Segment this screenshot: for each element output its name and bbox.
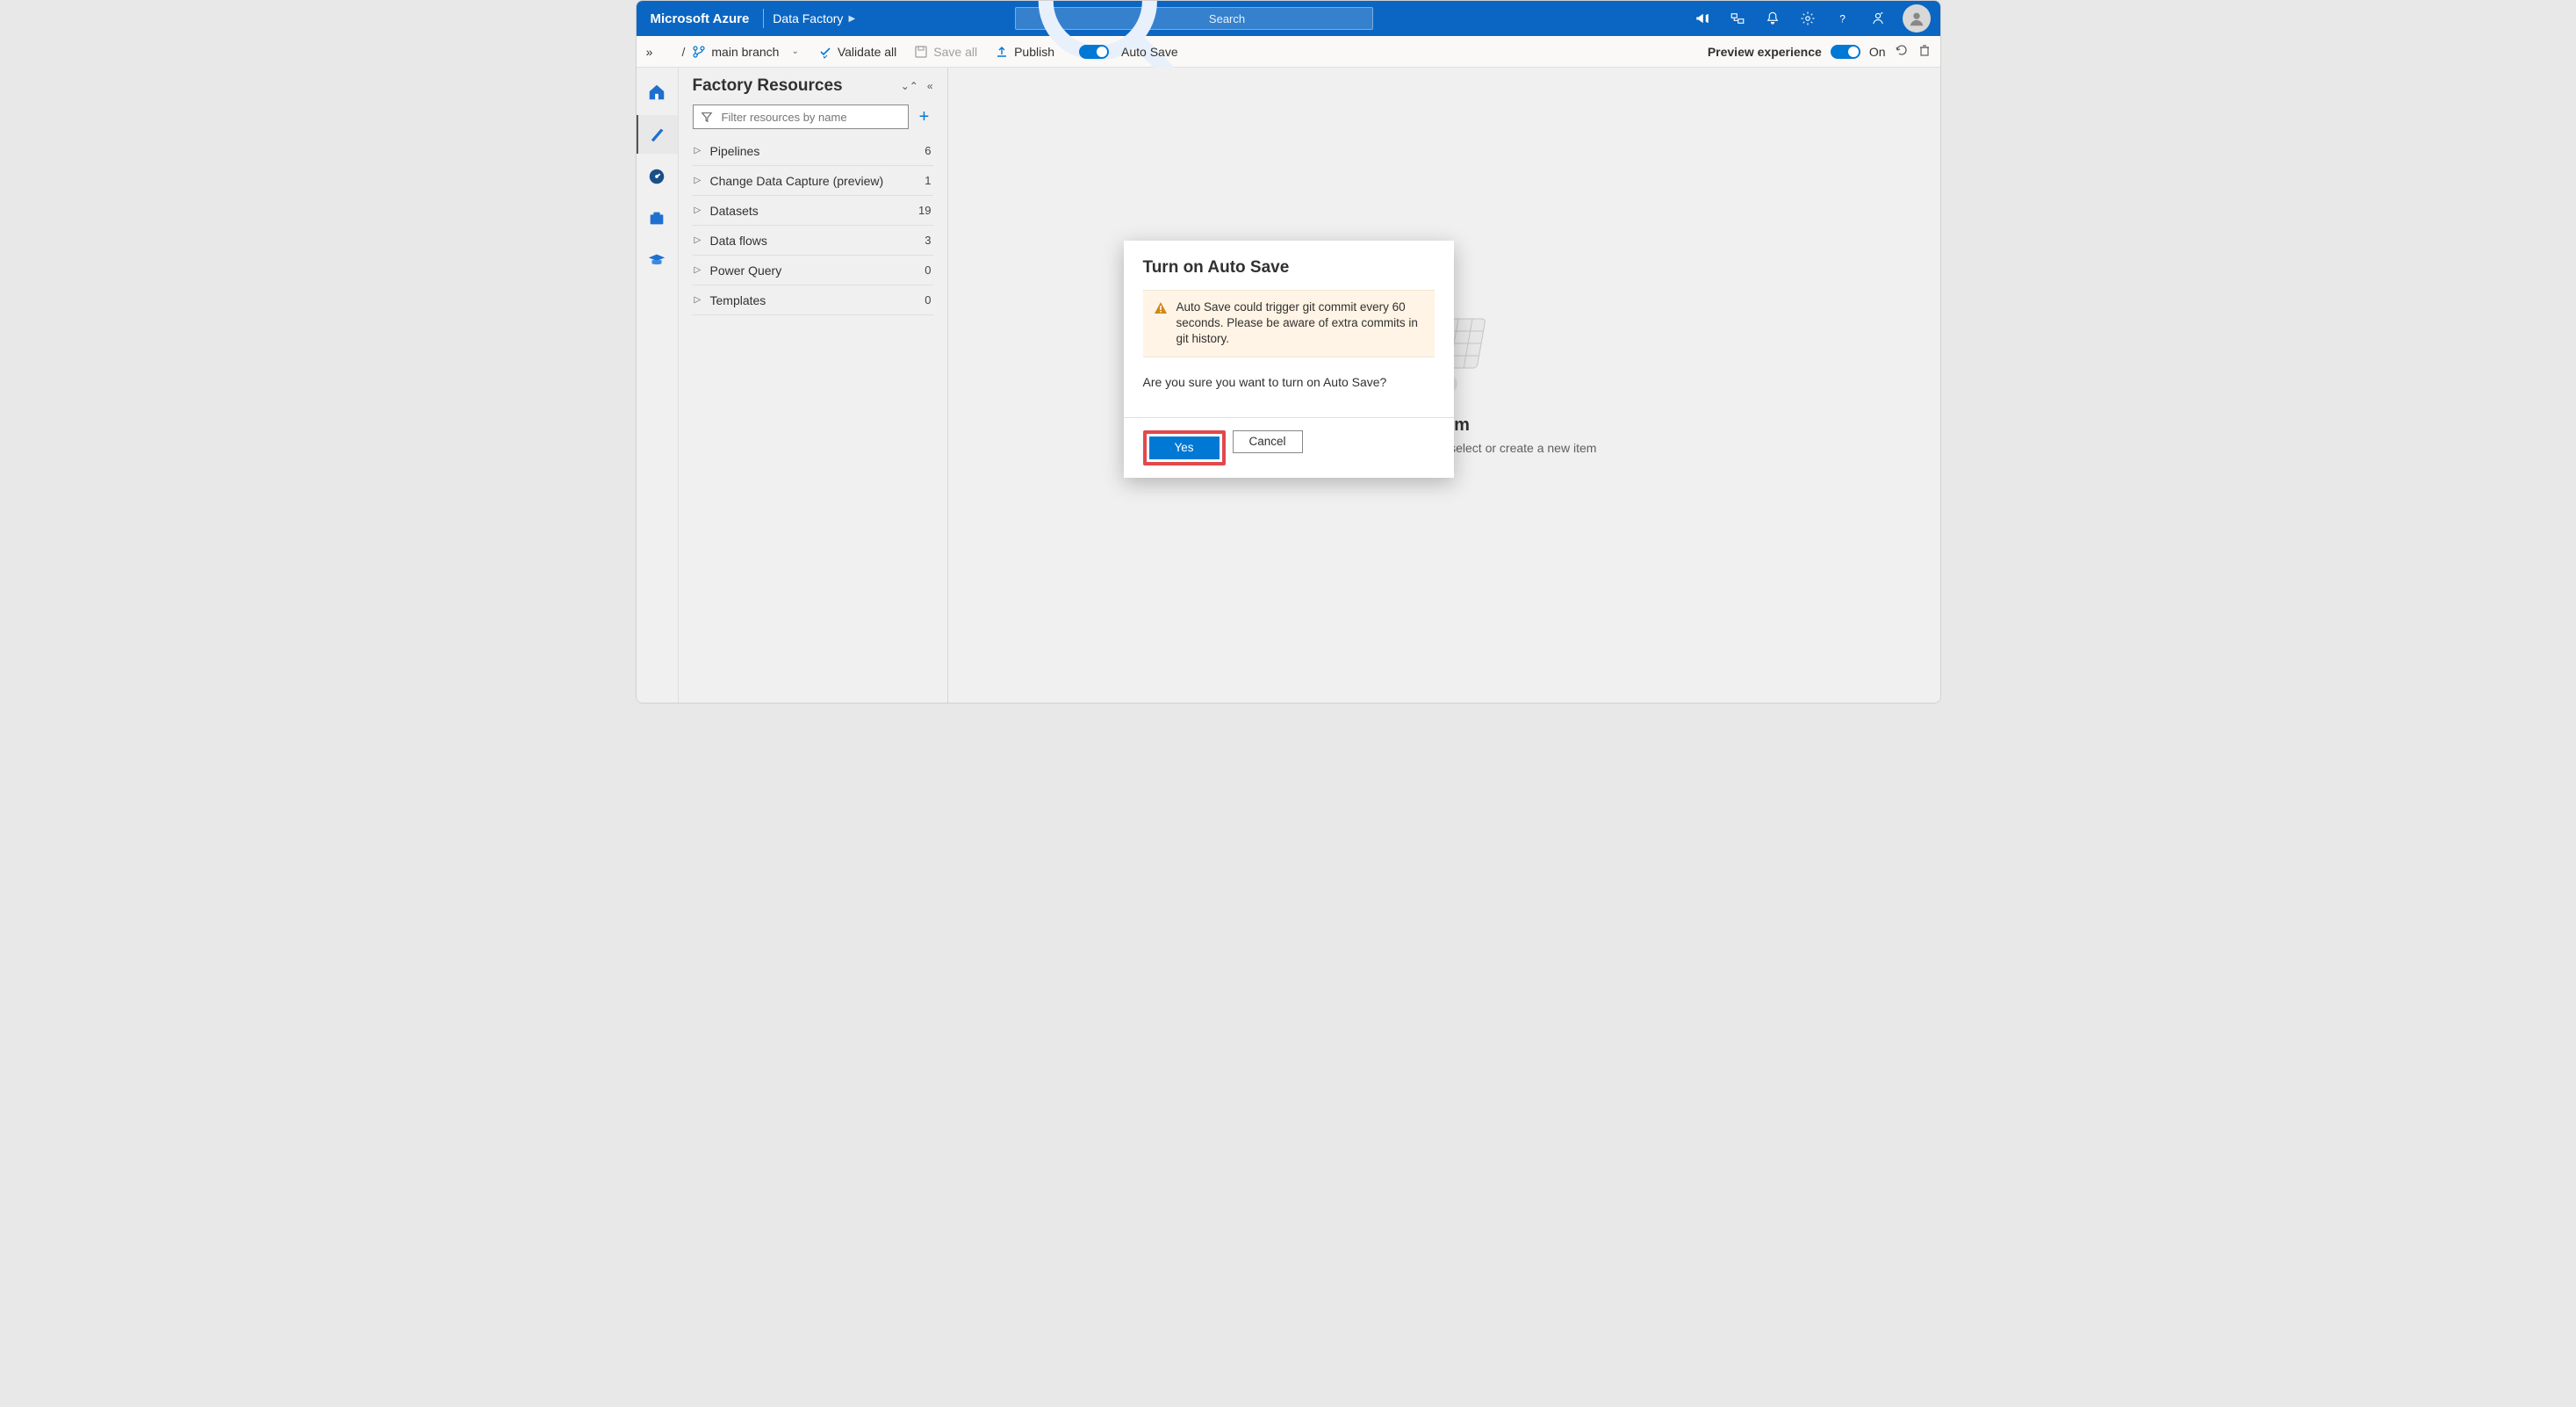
- caret-icon: ▷: [694, 146, 703, 155]
- refresh-button[interactable]: [1895, 43, 1909, 60]
- filter-row: +: [693, 105, 933, 129]
- toolbar-right: Preview experience On: [1708, 43, 1932, 60]
- toolbar-left: / main branch ⌄ Validate all Save all Pu…: [670, 41, 1178, 62]
- global-search-input[interactable]: [1207, 11, 1365, 26]
- resource-label: Data flows: [710, 234, 918, 248]
- yes-button[interactable]: Yes: [1149, 437, 1220, 459]
- expand-left-icon[interactable]: »: [637, 45, 663, 59]
- resource-count: 0: [925, 263, 931, 277]
- settings-icon[interactable]: [1792, 1, 1824, 36]
- resource-row[interactable]: ▷ Data flows 3: [693, 226, 933, 256]
- dialog-message: Are you sure you want to turn on Auto Sa…: [1143, 375, 1435, 389]
- branch-label: main branch: [711, 45, 779, 59]
- toggle-knob: [1097, 47, 1107, 57]
- preview-toggle[interactable]: [1831, 45, 1860, 59]
- branch-selector[interactable]: main branch ⌄: [692, 45, 805, 59]
- resources-panel: Factory Resources ⌄⌃ « + ▷ Pipelines 6 ▷ Ch…: [679, 68, 948, 703]
- header-divider: [763, 9, 764, 28]
- header-icons: ?: [1687, 1, 1931, 36]
- resource-label: Power Query: [710, 263, 918, 278]
- validate-label: Validate all: [838, 45, 896, 59]
- upload-icon: [995, 45, 1009, 59]
- resources-title: Factory Resources: [693, 76, 843, 96]
- save-icon: [914, 45, 928, 59]
- nav-monitor[interactable]: [636, 157, 678, 196]
- user-avatar[interactable]: [1903, 4, 1931, 32]
- nav-manage[interactable]: [636, 199, 678, 238]
- delete-button[interactable]: [1918, 43, 1932, 60]
- caret-icon: ▷: [694, 206, 703, 215]
- caret-icon: ▷: [694, 176, 703, 185]
- branch-icon: [692, 45, 706, 59]
- collapse-all-icon[interactable]: ⌄⌃: [901, 80, 918, 92]
- caret-icon: ▷: [694, 295, 703, 305]
- breadcrumb[interactable]: Data Factory ▶: [773, 11, 855, 25]
- autosave-toggle[interactable]: [1079, 45, 1109, 59]
- caret-icon: ▷: [694, 235, 703, 245]
- dialog-title: Turn on Auto Save: [1143, 258, 1435, 278]
- chevron-right-icon: ▶: [848, 14, 855, 24]
- resource-row[interactable]: ▷ Datasets 19: [693, 196, 933, 226]
- global-search-box[interactable]: [1015, 7, 1373, 30]
- resource-row[interactable]: ▷ Templates 0: [693, 285, 933, 315]
- resource-count: 6: [925, 144, 931, 157]
- autosave-dialog: Turn on Auto Save Auto Save could trigge…: [1124, 241, 1454, 478]
- resource-count: 0: [925, 293, 931, 307]
- filter-box[interactable]: [693, 105, 909, 129]
- announce-icon[interactable]: [1687, 1, 1718, 36]
- resource-row[interactable]: ▷ Pipelines 6: [693, 136, 933, 166]
- help-icon[interactable]: ?: [1827, 1, 1859, 36]
- dialog-body: Turn on Auto Save Auto Save could trigge…: [1124, 241, 1454, 417]
- publish-label: Publish: [1014, 45, 1054, 59]
- dialog-warning: Auto Save could trigger git commit every…: [1143, 290, 1435, 357]
- path-sep: /: [682, 45, 686, 59]
- save-label: Save all: [933, 45, 977, 59]
- resource-label: Change Data Capture (preview): [710, 174, 918, 188]
- collapse-panel-icon[interactable]: «: [927, 80, 933, 92]
- preview-state: On: [1869, 45, 1886, 59]
- breadcrumb-label: Data Factory: [773, 11, 843, 25]
- resource-count: 3: [925, 234, 931, 247]
- app-window: Microsoft Azure Data Factory ▶ ? » /: [636, 0, 1941, 704]
- resource-row[interactable]: ▷ Change Data Capture (preview) 1: [693, 166, 933, 196]
- filter-input[interactable]: [720, 110, 901, 125]
- resource-row[interactable]: ▷ Power Query 0: [693, 256, 933, 285]
- resource-label: Datasets: [710, 204, 912, 218]
- toggle-knob: [1848, 47, 1859, 57]
- resource-count: 19: [918, 204, 931, 217]
- global-search: [1015, 7, 1373, 30]
- copilot-icon[interactable]: [1722, 1, 1753, 36]
- notifications-icon[interactable]: [1757, 1, 1788, 36]
- cancel-button[interactable]: Cancel: [1233, 430, 1303, 453]
- toolbar: » / main branch ⌄ Validate all Save all …: [637, 36, 1940, 68]
- dialog-footer: Yes Cancel: [1124, 417, 1454, 478]
- autosave-label: Auto Save: [1121, 45, 1178, 59]
- nav-author[interactable]: [636, 115, 678, 154]
- save-button[interactable]: Save all: [909, 41, 982, 62]
- resource-label: Templates: [710, 293, 918, 307]
- resource-count: 1: [925, 174, 931, 187]
- svg-text:?: ?: [1840, 13, 1846, 25]
- nav-rail: [637, 68, 679, 703]
- azure-header: Microsoft Azure Data Factory ▶ ?: [637, 1, 1940, 36]
- resources-header: Factory Resources ⌄⌃ «: [693, 76, 933, 96]
- preview-label: Preview experience: [1708, 45, 1822, 59]
- resource-label: Pipelines: [710, 144, 918, 158]
- warning-icon: [1154, 301, 1168, 315]
- add-resource-button[interactable]: +: [916, 107, 933, 127]
- resources-list: ▷ Pipelines 6 ▷ Change Data Capture (previe…: [693, 136, 933, 315]
- nav-home[interactable]: [636, 73, 678, 112]
- yes-button-highlight: Yes: [1143, 430, 1226, 465]
- publish-button[interactable]: Publish: [989, 41, 1060, 62]
- nav-learn[interactable]: [636, 242, 678, 280]
- warning-text: Auto Save could trigger git commit every…: [1176, 299, 1424, 348]
- validate-button[interactable]: Validate all: [813, 41, 902, 62]
- resources-header-actions: ⌄⌃ «: [901, 80, 933, 92]
- azure-logo[interactable]: Microsoft Azure: [645, 11, 755, 26]
- caret-icon: ▷: [694, 265, 703, 275]
- filter-icon: [701, 111, 713, 123]
- feedback-icon[interactable]: [1862, 1, 1894, 36]
- chevron-down-icon: ⌄: [784, 47, 805, 56]
- check-icon: [818, 45, 832, 59]
